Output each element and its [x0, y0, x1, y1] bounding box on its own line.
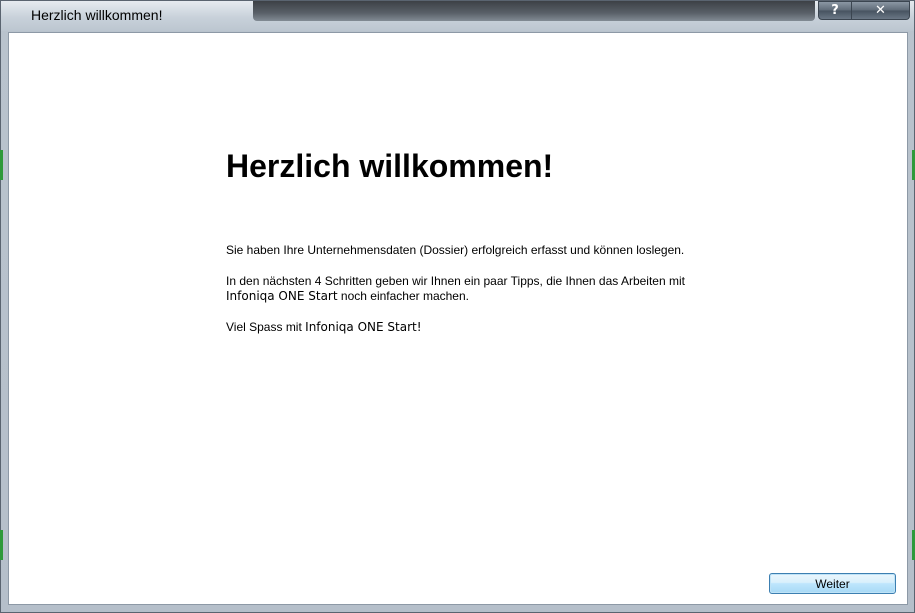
- steps-text-part2: noch einfacher machen.: [337, 289, 469, 303]
- left-edge-accent: [0, 150, 3, 180]
- caption-buttons: ? ✕: [818, 1, 910, 20]
- dialog-window: Herzlich willkommen! ? ✕ Herzlich willko…: [0, 0, 915, 613]
- closing-product-name: Infoniqa ONE Start!: [305, 320, 422, 334]
- window-title: Herzlich willkommen!: [31, 7, 163, 23]
- dialog-content-area: Herzlich willkommen! Sie haben Ihre Unte…: [8, 32, 908, 605]
- title-bar-background-strip: [253, 1, 815, 21]
- next-button[interactable]: Weiter: [769, 573, 896, 594]
- left-edge-accent-bottom: [0, 530, 3, 560]
- intro-paragraph: Sie haben Ihre Unternehmensdaten (Dossie…: [226, 243, 685, 257]
- help-icon: ?: [831, 3, 839, 18]
- product-name: Infoniqa ONE Start: [226, 289, 338, 303]
- close-icon: ✕: [875, 3, 886, 18]
- welcome-heading: Herzlich willkommen!: [226, 148, 554, 184]
- closing-text: Viel Spass mit: [226, 320, 306, 334]
- steps-text-part1: In den nächsten 4 Schritten geben wir Ih…: [226, 274, 685, 288]
- closing-paragraph: Viel Spass mit Infoniqa ONE Start!: [226, 320, 786, 335]
- title-bar[interactable]: Herzlich willkommen! ? ✕: [1, 1, 914, 31]
- steps-paragraph: In den nächsten 4 Schritten geben wir Ih…: [226, 274, 786, 304]
- close-button[interactable]: ✕: [852, 1, 910, 20]
- help-button[interactable]: ?: [818, 1, 852, 20]
- welcome-content: Herzlich willkommen! Sie haben Ihre Unte…: [226, 147, 786, 335]
